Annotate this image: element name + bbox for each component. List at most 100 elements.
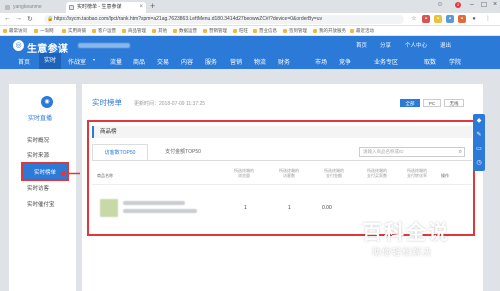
- bookmark-item[interactable]: 我的开放服务: [313, 28, 346, 34]
- new-tab-icon[interactable]: +: [150, 1, 155, 11]
- nav-market[interactable]: 市场: [315, 57, 327, 66]
- product-search-input[interactable]: 请输入商品名称或ID ⌕: [359, 147, 465, 157]
- bookmark-item[interactable]: 最近活动: [350, 28, 374, 34]
- header-divider: [92, 184, 472, 185]
- back-icon[interactable]: ←: [4, 15, 11, 22]
- nav-data-fetch[interactable]: 取数: [424, 57, 436, 66]
- logo-icon[interactable]: ◎: [13, 40, 24, 51]
- live-broadcast-icon: ◉: [41, 96, 53, 108]
- nav-marketing[interactable]: 营销: [230, 57, 242, 66]
- close-icon[interactable]: ×: [139, 2, 143, 13]
- column-header-pageviews[interactable]: 所选终端的 浏览量: [229, 168, 259, 178]
- feedback-icon[interactable]: ✎: [475, 131, 483, 139]
- sidebar-title: 实时直播: [28, 116, 53, 122]
- annotation-arrow: [59, 170, 80, 177]
- column-header-conversion[interactable]: 所选终端的 支付转化率: [401, 168, 433, 178]
- nav-competition[interactable]: 竞争: [339, 57, 351, 66]
- sidebar-item-payment-reminder[interactable]: 实时催付宝: [27, 200, 55, 208]
- url-field[interactable]: 🔒 https://sycm.taobao.com/lpct/rank.htm?…: [44, 15, 404, 24]
- shop-name-blurred: [78, 43, 130, 48]
- notification-badge[interactable]: 2: [455, 2, 462, 8]
- main-nav: 首页 实时 作战室 ▾ 流量 商品 交易 内容 服务 营销 物流 财务 市场 竞…: [0, 53, 500, 69]
- extension-icon[interactable]: ▪: [446, 15, 454, 23]
- header-link-profile[interactable]: 个人中心: [405, 41, 427, 49]
- reload-icon[interactable]: ↻: [27, 15, 33, 23]
- alert-icon[interactable]: ◆: [475, 117, 483, 125]
- nav-academy[interactable]: 学院: [449, 57, 461, 66]
- sidebar-item-visitors[interactable]: 实时访客: [27, 184, 49, 192]
- header-link-home[interactable]: 首页: [356, 41, 367, 49]
- nav-business-zone[interactable]: 业务专区: [374, 57, 398, 66]
- profile-icon[interactable]: ●: [470, 15, 478, 23]
- column-header-buyers[interactable]: 所选终端的 支付买家数: [361, 168, 393, 178]
- menu-icon[interactable]: ⋮: [484, 15, 492, 23]
- left-sidebar: ◉ 实时直播 实时概况 实时来源 实时榜单 实时访客 实时催付宝: [9, 84, 76, 291]
- clock-icon[interactable]: ◷: [475, 159, 483, 167]
- bookmark-item[interactable]: 营销管理: [203, 28, 227, 34]
- bookmark-item[interactable]: 营业信息: [253, 28, 277, 34]
- cell-payment-amount: 0.00: [322, 205, 332, 211]
- header-link-share[interactable]: 分享: [380, 41, 391, 49]
- search-icon[interactable]: ⌕: [459, 148, 462, 156]
- device-tab-all[interactable]: 全部: [400, 99, 420, 107]
- product-thumbnail[interactable]: [100, 199, 118, 217]
- tab-label: 实时榜单 - 生意参谋: [77, 4, 122, 10]
- tab-label: yangkeanme: [13, 4, 42, 10]
- update-time: 更新时间：2018-07-09 11:37:25: [134, 101, 206, 107]
- sidebar-item-overview[interactable]: 实时概况: [27, 136, 49, 144]
- extension-icon[interactable]: ▪: [422, 15, 430, 23]
- sidebar-item-source[interactable]: 实时来源: [27, 151, 49, 159]
- bookmark-item[interactable]: 商品管理: [122, 28, 146, 34]
- extension-icon[interactable]: ▪: [458, 15, 466, 23]
- device-tab-pc[interactable]: PC: [423, 99, 441, 107]
- nav-service[interactable]: 服务: [205, 57, 217, 66]
- bookmark-item[interactable]: 数据运营: [173, 28, 197, 34]
- nav-product[interactable]: 商品: [133, 57, 145, 66]
- tab-payment-top50[interactable]: 支付金额TOP50: [153, 144, 213, 160]
- star-icon[interactable]: ☆: [410, 15, 418, 23]
- bookmark-item[interactable]: 客户运营: [92, 28, 116, 34]
- bookmark-item[interactable]: 一淘网: [34, 28, 54, 34]
- lock-icon: 🔒: [47, 16, 54, 22]
- column-header-product: 商品名称: [97, 173, 113, 178]
- tab-visitors-top50[interactable]: 访客数TOP50: [92, 144, 148, 160]
- ranking-header: 商品榜: [92, 126, 472, 138]
- nav-finance[interactable]: 财务: [278, 57, 290, 66]
- column-header-visitors[interactable]: 所选终端的 访客数: [274, 168, 304, 178]
- bookmark-item[interactable]: 最常访问: [3, 28, 27, 34]
- url-text: https://sycm.taobao.com/lpct/rank.htm?sp…: [54, 16, 323, 22]
- address-bar: ← → ↻ 🔒 https://sycm.taobao.com/lpct/ran…: [0, 13, 500, 26]
- nav-traffic[interactable]: 流量: [110, 57, 122, 66]
- bookmark-item[interactable]: 签到管理: [283, 28, 307, 34]
- nav-home[interactable]: 首页: [18, 57, 30, 66]
- header-link-logout[interactable]: 退出: [440, 41, 451, 49]
- nav-war-room[interactable]: 作战室: [68, 57, 86, 66]
- cell-visitors: 1: [288, 205, 291, 211]
- product-name-blurred[interactable]: [123, 201, 185, 205]
- minimize-icon[interactable]: –: [466, 1, 478, 8]
- page-title: 实时榜单: [92, 98, 122, 107]
- chat-icon[interactable]: ▭: [475, 145, 483, 153]
- bookmark-item[interactable]: 其他: [152, 28, 167, 34]
- close-window-icon[interactable]: ×: [489, 1, 500, 8]
- chevron-down-icon: ▾: [93, 57, 96, 62]
- column-header-payment-amount[interactable]: 所选终端的 支付金额: [319, 168, 349, 178]
- nav-trade[interactable]: 交易: [157, 57, 169, 66]
- main-content: 实时榜单 更新时间：2018-07-09 11:37:25 全部 PC 无线 商…: [82, 84, 483, 291]
- watermark-title: 百科全说: [362, 222, 450, 244]
- bookmark-item[interactable]: 旺旺: [233, 28, 248, 34]
- browser-tab-inactive[interactable]: yangkeanme: [2, 2, 62, 13]
- nav-logistics[interactable]: 物流: [254, 57, 266, 66]
- tab-divider: [92, 160, 472, 161]
- extension-icon[interactable]: ▪: [434, 15, 442, 23]
- nav-realtime[interactable]: 实时: [39, 53, 62, 69]
- account-icon[interactable]: ☺: [434, 1, 446, 8]
- app-header: ◎ 生意参谋 首页 分享 个人中心 退出 首页 实时 作战室 ▾ 流量 商品 交…: [0, 36, 500, 69]
- device-tab-mobile[interactable]: 无线: [444, 99, 464, 107]
- floating-toolbar: ◆ ✎ ▭ ◷: [473, 114, 485, 171]
- bookmark-item[interactable]: 实用商铺: [62, 28, 86, 34]
- nav-content[interactable]: 内容: [181, 57, 193, 66]
- forward-icon[interactable]: →: [15, 15, 22, 22]
- browser-tab-active[interactable]: 实时榜单 - 生意参谋 ×: [66, 2, 146, 13]
- cell-pageviews: 1: [244, 205, 247, 211]
